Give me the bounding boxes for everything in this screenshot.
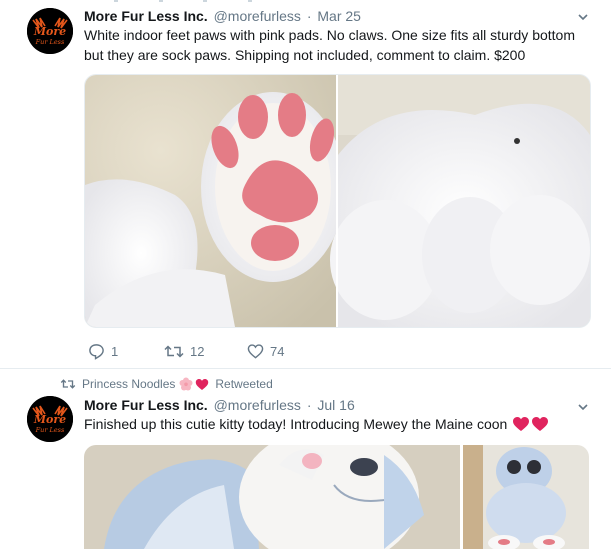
tweet-media[interactable] (84, 445, 589, 549)
separator-dot: · (306, 397, 312, 413)
svg-text:Fur Less: Fur Less (35, 38, 65, 46)
tweet[interactable]: Princess Noodles Retweeted More Fur Less… (0, 369, 611, 549)
reply-icon (89, 343, 104, 360)
avatar[interactable]: More Fur Less (27, 8, 73, 54)
retweet-button[interactable]: 12 (164, 341, 204, 361)
caret-down-icon[interactable] (577, 11, 589, 23)
retweeted-label: Retweeted (215, 377, 273, 391)
tweet-text: Finished up this cutie kitty today! Intr… (84, 416, 508, 432)
flower-emoji (179, 377, 193, 391)
retweet-context: Princess Noodles Retweeted (60, 377, 273, 391)
timestamp[interactable]: Jul 16 (317, 397, 354, 413)
tweet[interactable]: More Fur Less More Fur Less Inc. @morefu… (0, 0, 611, 369)
tweet-text-row: Finished up this cutie kitty today! Intr… (84, 414, 594, 434)
svg-text:Fur Less: Fur Less (35, 426, 65, 434)
tweet-header: More Fur Less Inc. @morefurless · Mar 25 (84, 8, 361, 26)
like-icon (247, 343, 264, 359)
handle[interactable]: @morefurless (214, 8, 301, 24)
retweet-count: 12 (190, 343, 205, 359)
heart-emoji (532, 417, 549, 431)
separator-dot: · (306, 8, 312, 24)
tweet-text: White indoor feet paws with pink pads. N… (84, 27, 575, 63)
svg-text:More: More (33, 413, 66, 426)
brand-logo-icon: More Fur Less (27, 8, 73, 54)
tweet-header: More Fur Less Inc. @morefurless · Jul 16 (84, 397, 355, 415)
avatar[interactable]: More Fur Less (27, 396, 73, 442)
retweeter-name[interactable]: Princess Noodles (82, 377, 175, 391)
reply-count: 1 (111, 343, 119, 359)
heart-emoji (513, 417, 530, 431)
retweet-icon (164, 344, 184, 358)
display-name[interactable]: More Fur Less Inc. (84, 397, 208, 413)
like-button[interactable]: 74 (247, 341, 284, 361)
svg-text:More: More (33, 25, 66, 38)
handle[interactable]: @morefurless (214, 397, 301, 413)
retweet-icon (60, 379, 76, 389)
display-name[interactable]: More Fur Less Inc. (84, 8, 208, 24)
tweet-media[interactable] (84, 74, 591, 328)
timestamp[interactable]: Mar 25 (317, 8, 361, 24)
like-count: 74 (270, 343, 285, 359)
brand-logo-icon: More Fur Less (27, 396, 73, 442)
reply-button[interactable]: 1 (88, 341, 118, 361)
caret-down-icon[interactable] (577, 401, 589, 413)
heart-emoji (196, 378, 209, 390)
kitty-photos (84, 445, 589, 549)
paw-photos (85, 75, 590, 327)
